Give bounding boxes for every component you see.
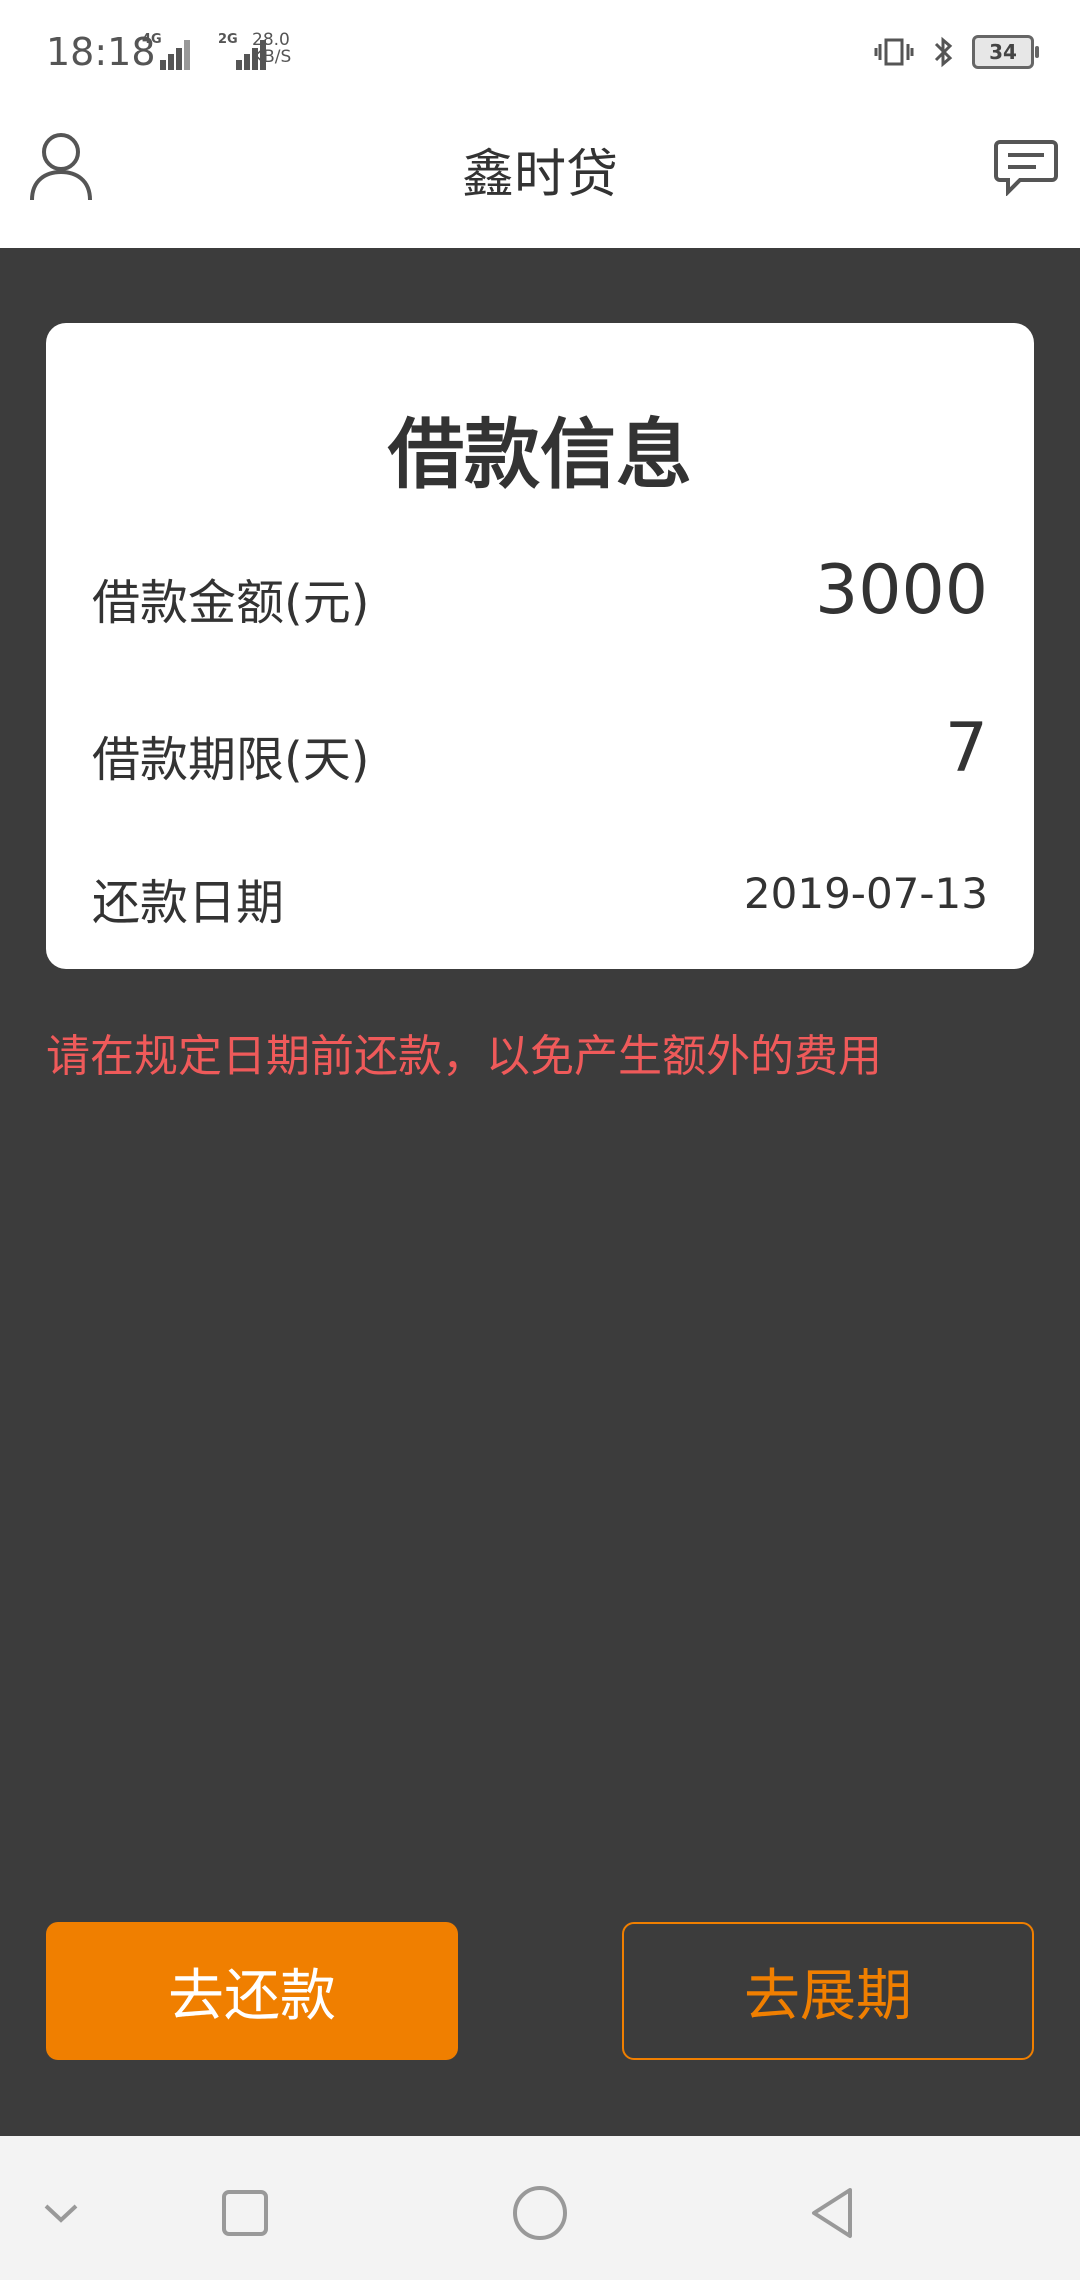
loan-term-value: 7 [944,709,988,788]
repayment-warning: 请在规定日期前还款，以免产生额外的费用 [46,1031,882,1082]
vibrate-icon [874,38,914,66]
back-icon[interactable] [798,2178,868,2248]
message-icon[interactable] [994,138,1058,196]
extend-button[interactable]: 去展期 [622,1922,1034,2060]
repayment-date-label: 还款日期 [92,875,285,931]
bluetooth-icon [934,36,953,68]
loan-term-label: 借款期限(天) [92,732,370,788]
signal-indicators: 4G 2G [142,32,268,70]
status-right-icons: 34 [872,34,1039,70]
home-icon[interactable] [505,2178,575,2248]
status-time: 18:18 [46,30,156,74]
page-title: 鑫时贷 [461,145,618,205]
loan-amount-value: 3000 [814,551,988,630]
battery-icon: 34 [972,35,1039,69]
signal-4g-icon: 4G [142,32,192,70]
loan-info-card: 借款信息 借款金额(元) 3000 借款期限(天) 7 还款日期 2019-07… [46,323,1034,969]
app-header: 鑫时贷 [0,110,1080,248]
recent-apps-icon[interactable] [210,2178,280,2248]
card-title: 借款信息 [388,410,692,499]
net-speed: 28.0 KB/S [252,30,292,67]
status-bar: 18:18 4G 2G 28.0 KB/S 34 [0,0,1080,110]
loan-amount-label: 借款金额(元) [92,575,370,631]
system-nav-bar [0,2136,1080,2280]
chevron-down-icon[interactable] [26,2178,96,2248]
repayment-date-value: 2019-07-13 [743,869,988,918]
repay-button[interactable]: 去还款 [46,1922,458,2060]
